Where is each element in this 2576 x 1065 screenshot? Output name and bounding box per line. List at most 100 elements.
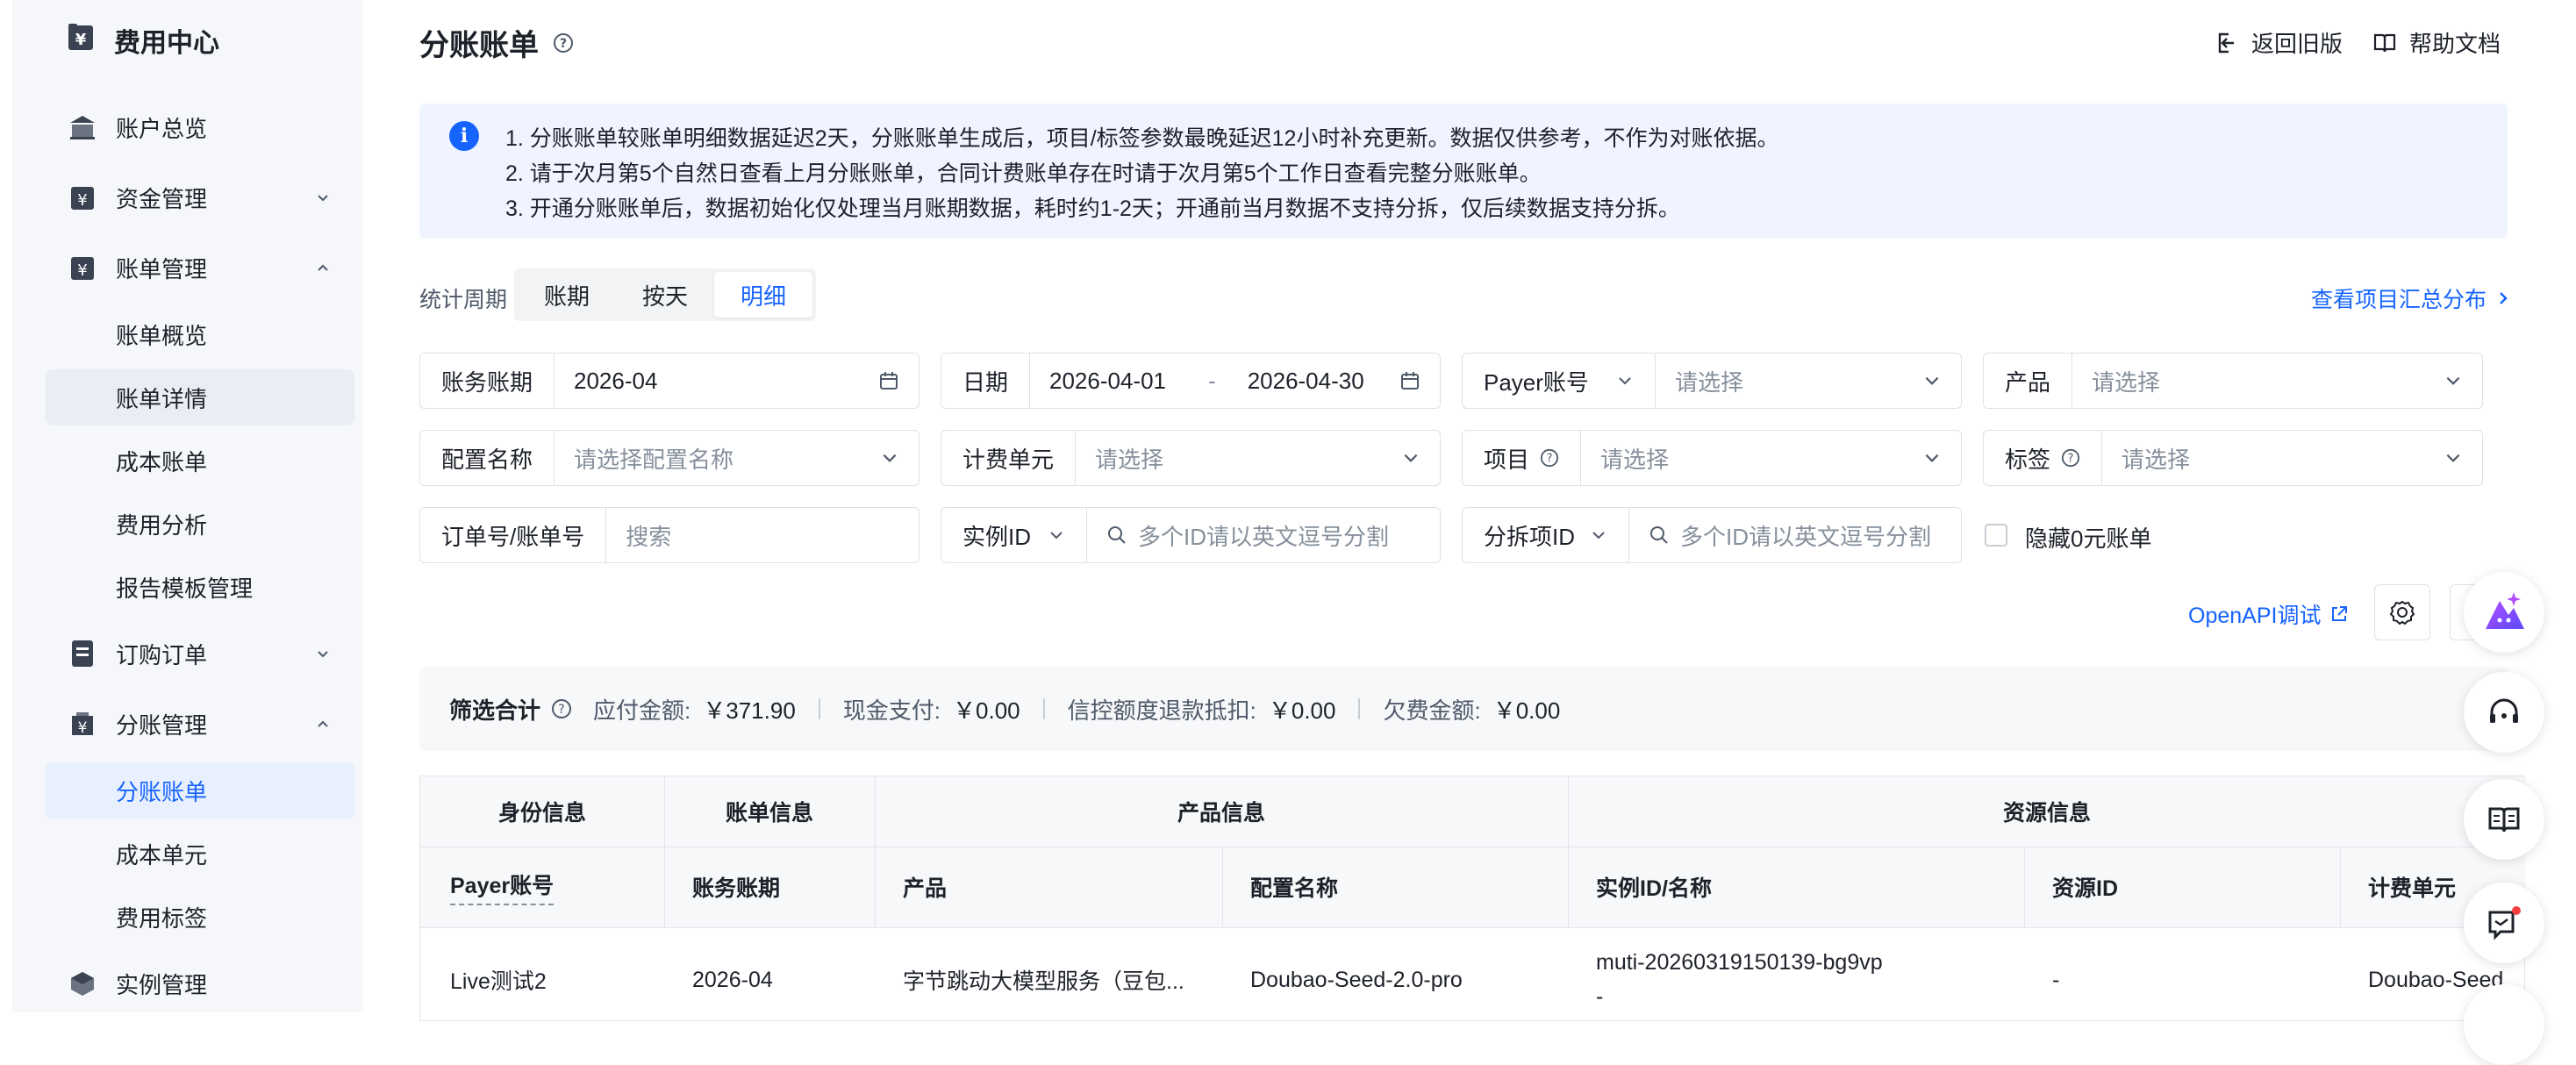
instance-id-input[interactable]: 多个ID请以英文逗号分割 — [1138, 519, 1389, 552]
openapi-debug-link[interactable]: OpenAPI调试 — [2188, 598, 2349, 630]
sidebar-item-account-overview[interactable]: 账户总览 — [46, 99, 354, 155]
sidebar-item-label: 费用标签 — [116, 904, 208, 932]
calendar-icon[interactable] — [1399, 370, 1420, 391]
date-range-field[interactable]: 日期 2026-04-01 - 2026-04-30 — [941, 353, 1441, 409]
table-divider — [1222, 847, 1223, 927]
customer-service-button[interactable] — [2464, 672, 2544, 753]
back-old-version-link[interactable]: 返回旧版 — [2215, 26, 2343, 59]
table-divider — [2340, 847, 2341, 927]
help-circle-icon[interactable]: ? — [553, 32, 574, 54]
config-name-select[interactable]: 配置名称 请选择配置名称 — [419, 430, 919, 486]
order-search-field[interactable]: 订单号/账单号 搜索 — [419, 507, 919, 563]
payer-account-field[interactable]: Payer账号 请选择 — [1462, 353, 1962, 409]
sidebar-item-label: 账单详情 — [116, 385, 208, 412]
book-open-icon — [2488, 807, 2520, 833]
sidebar-item-bill-overview[interactable]: 账单概览 — [46, 306, 354, 362]
help-doc-link[interactable]: 帮助文档 — [2372, 26, 2501, 59]
sidebar-item-split-management[interactable]: ¥ 分账管理 — [46, 696, 354, 752]
settings-button[interactable] — [2374, 584, 2430, 640]
chevron-down-icon — [1592, 532, 1605, 540]
period-option-billing[interactable]: 账期 — [518, 272, 616, 318]
sidebar-item-orders[interactable]: 订购订单 — [46, 625, 354, 682]
calendar-icon[interactable] — [878, 370, 899, 391]
billing-unit-select[interactable]: 计费单元 请选择 — [941, 430, 1441, 486]
sidebar-item-fund-management[interactable]: ¥ 资金管理 — [46, 169, 354, 225]
instance-id-value[interactable]: muti-20260319150139-bg9vp — [1596, 950, 1883, 976]
payable-amount-value: ￥371.90 — [703, 697, 796, 724]
column-header-resource-id: 资源ID — [2024, 847, 2340, 927]
ai-assistant-button[interactable] — [2464, 572, 2544, 653]
help-circle-icon[interactable]: ? — [2061, 448, 2080, 468]
sidebar-item-cost-unit[interactable]: 成本单元 — [46, 826, 354, 882]
sidebar-item-instance-management[interactable]: 实例管理 — [46, 955, 354, 1011]
split-id-field[interactable]: 分拆项ID 多个ID请以英文逗号分割 — [1462, 507, 1962, 563]
table-cell-instance: muti-20260319150139-bg9vp - — [1568, 927, 2024, 1033]
search-icon — [1650, 526, 1668, 544]
notice-line-3: 3. 开通分账账单后，数据初始化仅处理当月账期数据，耗时约1-2天；开通前当月数… — [505, 197, 1680, 221]
period-option-detail[interactable]: 明细 — [714, 272, 813, 318]
sidebar-item-bill-management[interactable]: ¥ 账单管理 — [46, 239, 354, 296]
billing-period-field[interactable]: 账务账期 2026-04 — [419, 353, 919, 409]
billing-unit-placeholder[interactable]: 请选择 — [1095, 442, 1163, 475]
sidebar-item-bill-detail[interactable]: 账单详情 — [46, 369, 354, 425]
date-end-value[interactable]: 2026-04-30 — [1248, 368, 1364, 395]
project-label: 项目 — [1484, 446, 1530, 473]
project-select[interactable]: 项目 ? 请选择 — [1462, 430, 1962, 486]
product-select[interactable]: 产品 请选择 — [1983, 353, 2483, 409]
help-circle-icon[interactable]: ? — [1540, 448, 1559, 468]
sidebar-item-cost-analysis[interactable]: 费用分析 — [46, 496, 354, 552]
payer-account-placeholder[interactable]: 请选择 — [1675, 365, 1743, 397]
order-search-input[interactable]: 搜索 — [626, 519, 671, 552]
period-option-daily[interactable]: 按天 — [616, 272, 714, 318]
svg-text:?: ? — [558, 703, 564, 717]
column-header-instance: 实例ID/名称 — [1568, 847, 2024, 927]
docs-button[interactable] — [2464, 779, 2544, 860]
date-start-value[interactable]: 2026-04-01 — [1049, 368, 1166, 395]
chevron-down-icon — [2444, 371, 2463, 390]
svg-text:¥: ¥ — [75, 31, 87, 49]
config-name-placeholder[interactable]: 请选择配置名称 — [574, 442, 733, 475]
tag-select[interactable]: 标签 ? 请选择 — [1983, 430, 2483, 486]
sidebar-item-report-template[interactable]: 报告模板管理 — [46, 559, 354, 615]
billing-period-value[interactable]: 2026-04 — [574, 368, 657, 395]
cash-payment-label: 现金支付: — [842, 697, 941, 724]
instance-name-value: - — [1596, 984, 1604, 1009]
sidebar: ¥ 费用中心 账户总览 ¥ 资金管理 ¥ 账单管理 账单概览 账单详情 成本账单… — [12, 0, 363, 1012]
bill-icon: ¥ — [68, 254, 97, 281]
back-old-version-label: 返回旧版 — [2251, 31, 2343, 57]
project-placeholder[interactable]: 请选择 — [1600, 442, 1669, 475]
split-id-type-select[interactable]: 分拆项ID — [1463, 508, 1629, 562]
sidebar-item-label: 账户总览 — [116, 115, 208, 142]
help-circle-icon[interactable]: ? — [551, 698, 572, 719]
product-placeholder[interactable]: 请选择 — [2092, 365, 2160, 397]
notice-banner: i 1. 分账账单较账单明细数据延迟2天，分账账单生成后，项目/标签参数最晚延迟… — [419, 104, 2508, 239]
divider — [1042, 698, 1045, 719]
sidebar-item-label: 资金管理 — [116, 185, 208, 212]
sidebar-item-cost-bill[interactable]: 成本账单 — [46, 432, 354, 489]
chevron-down-icon — [1619, 377, 1631, 385]
sidebar-item-cost-tag[interactable]: 费用标签 — [46, 889, 354, 945]
main-content: 分账账单 ? 返回旧版 帮助文档 i 1. 分账账单较账单明细数据延迟2天，分账… — [419, 0, 2576, 1021]
instance-id-field[interactable]: 实例ID 多个ID请以英文逗号分割 — [941, 507, 1441, 563]
billing-unit-label: 计费单元 — [941, 431, 1077, 485]
more-button[interactable] — [2464, 984, 2544, 1065]
tag-placeholder[interactable]: 请选择 — [2122, 442, 2190, 475]
project-label-cell: 项目 ? — [1463, 431, 1582, 485]
project-summary-link[interactable]: 查看项目汇总分布 — [2311, 282, 2511, 314]
tag-label: 标签 — [2005, 446, 2051, 473]
table-divider — [1568, 776, 1569, 927]
split-id-input[interactable]: 多个ID请以英文逗号分割 — [1680, 519, 1931, 552]
sidebar-item-split-bill[interactable]: 分账账单 — [46, 762, 354, 818]
hide-zero-checkbox[interactable] — [1985, 524, 2007, 547]
column-header-payer[interactable]: Payer账号 — [420, 847, 664, 927]
chevron-down-icon — [318, 195, 328, 202]
tag-label-cell: 标签 ? — [1984, 431, 2103, 485]
hide-zero-label[interactable]: 隐藏0元账单 — [2025, 521, 2151, 554]
date-separator: - — [1208, 367, 1216, 394]
cube-icon — [68, 970, 97, 997]
instance-id-type-select[interactable]: 实例ID — [941, 508, 1087, 562]
group-header-product: 产品信息 — [875, 776, 1568, 847]
page-title-text: 分账账单 — [419, 29, 539, 62]
payer-account-type-select[interactable]: Payer账号 — [1463, 354, 1656, 408]
feedback-button[interactable] — [2464, 883, 2544, 963]
